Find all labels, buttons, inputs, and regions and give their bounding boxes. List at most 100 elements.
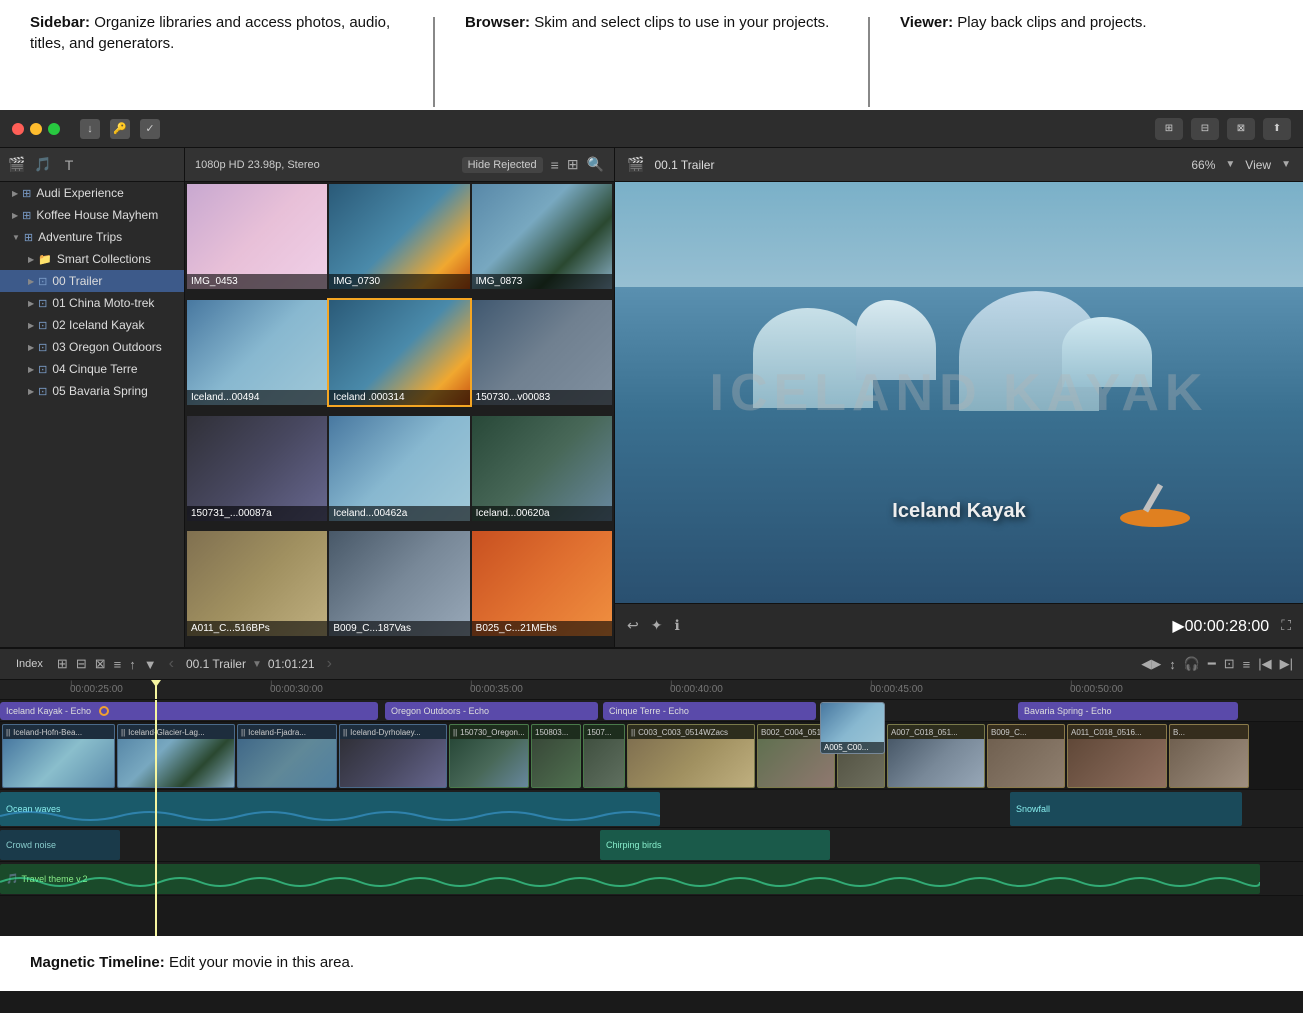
browser-clip-iceland_462[interactable]: Iceland...00462a xyxy=(329,416,469,521)
browser-clip-img_0453[interactable]: IMG_0453 xyxy=(187,184,327,289)
clip-label-img_0730: IMG_0730 xyxy=(329,274,469,289)
search-icon[interactable]: 🔍 xyxy=(587,156,604,173)
playhead-head xyxy=(151,680,161,687)
compound-cinque-echo[interactable]: Cinque Terre - Echo xyxy=(603,702,816,720)
sidebar-label-china: 01 China Moto-trek xyxy=(52,296,154,310)
browser-clip-img_0873[interactable]: IMG_0873 xyxy=(472,184,612,289)
check-icon[interactable]: ✓ xyxy=(140,119,160,139)
browser-clip-b025[interactable]: B025_C...21MEbs xyxy=(472,531,612,636)
sort-icon[interactable]: ↑ xyxy=(129,657,136,672)
browser-clip-b009[interactable]: B009_C...187Vas xyxy=(329,531,469,636)
travel-theme-clip[interactable]: 🎵 Travel theme v.2 xyxy=(0,864,1260,894)
compound-bavaria-echo[interactable]: Bavaria Spring - Echo xyxy=(1018,702,1238,720)
ocean-waves-clip[interactable]: Ocean waves xyxy=(0,792,660,826)
zoom-label: 66% xyxy=(1191,158,1215,172)
sidebar-item-cinque[interactable]: ▶ ⊡ 04 Cinque Terre xyxy=(0,358,184,380)
browser-clip-img_0730[interactable]: IMG_0730 xyxy=(329,184,469,289)
list-icon[interactable]: ≡ xyxy=(1243,657,1251,672)
titles-icon[interactable]: T xyxy=(60,156,78,174)
format-label: 1080p HD 23.98p, Stereo xyxy=(195,159,320,171)
video-clip-5[interactable]: ||150730_Oregon... xyxy=(449,724,529,788)
clip-label-iceland_314: Iceland .000314 xyxy=(329,390,469,405)
video-clip-7[interactable]: 1507... xyxy=(583,724,625,788)
browser-clip-clip_087a[interactable]: 150731_...00087a xyxy=(187,416,327,521)
zoom-icon[interactable]: ↕ xyxy=(1169,657,1176,672)
transform-icon[interactable]: ✦ xyxy=(651,617,663,634)
go-start-icon[interactable]: |◀ xyxy=(1258,656,1271,672)
camera-icon: 🎬 xyxy=(627,156,644,173)
browser-clip-iceland_620[interactable]: Iceland...00620a xyxy=(472,416,612,521)
project-icon: ⊡ xyxy=(38,385,47,398)
snowfall-clip[interactable]: Snowfall xyxy=(1010,792,1242,826)
solo-icon[interactable]: ━ xyxy=(1208,656,1216,672)
grid-view-icon[interactable]: ⊞ xyxy=(567,156,579,173)
project-icon: ⊡ xyxy=(38,363,47,376)
project-icon: ⊡ xyxy=(38,275,47,288)
connected-clip[interactable]: A005_C00... xyxy=(820,702,885,754)
index-button[interactable]: Index xyxy=(10,656,49,672)
arrow-icon: ▶ xyxy=(28,321,34,330)
sidebar-item-china[interactable]: ▶ ⊡ 01 China Moto-trek xyxy=(0,292,184,314)
video-clip-12[interactable]: B009_C... xyxy=(987,724,1065,788)
clip-icon[interactable]: ⊡ xyxy=(1224,656,1235,672)
info-icon[interactable]: ℹ xyxy=(674,617,679,634)
video-clip-1[interactable]: ||Iceland-Hofn-Bea... xyxy=(2,724,115,788)
photos-icon[interactable]: 🎬 xyxy=(8,156,26,174)
loop-icon[interactable]: ↩ xyxy=(627,617,639,634)
titlebar-right: ⊞ ⊟ ⊠ ⬆ xyxy=(1155,118,1291,140)
sidebar-item-adventure[interactable]: ▼ ⊞ Adventure Trips xyxy=(0,226,184,248)
sidebar-item-koffee[interactable]: ▶ ⊞ Koffee House Mayhem xyxy=(0,204,184,226)
clip-view-icon-4[interactable]: ≡ xyxy=(114,657,122,672)
video-clip-4[interactable]: ||Iceland-Dyrholaey... xyxy=(339,724,447,788)
sidebar-item-smart-collections[interactable]: ▶ 📁 Smart Collections xyxy=(0,248,184,270)
browser-grid: IMG_0453IMG_0730IMG_0873Iceland...00494I… xyxy=(185,182,614,647)
display-icon-2[interactable]: ⊟ xyxy=(1191,118,1219,140)
sidebar-item-bavaria[interactable]: ▶ ⊡ 05 Bavaria Spring xyxy=(0,380,184,402)
list-view-icon[interactable]: ≡ xyxy=(551,157,559,173)
viewer-toolbar: 🎬 00.1 Trailer 66% ▼ View ▼ xyxy=(615,148,1303,182)
fullscreen-button[interactable] xyxy=(48,123,60,135)
clip-view-icon-3[interactable]: ⊠ xyxy=(95,656,106,672)
sidebar-annotation: Sidebar: Organize libraries and access p… xyxy=(0,12,433,54)
view-label[interactable]: View xyxy=(1245,158,1271,172)
video-clip-3[interactable]: ||Iceland-Fjadra... xyxy=(237,724,337,788)
fullscreen-icon[interactable]: ⛶ xyxy=(1281,617,1291,634)
browser-clip-clip_0083[interactable]: 150730...v00083 xyxy=(472,300,612,405)
clip-label-iceland_620: Iceland...00620a xyxy=(472,506,612,521)
sidebar-item-iceland[interactable]: ▶ ⊡ 02 Iceland Kayak xyxy=(0,314,184,336)
browser-clip-iceland_494[interactable]: Iceland...00494 xyxy=(187,300,327,405)
video-clip-6[interactable]: 150803... xyxy=(531,724,581,788)
key-icon[interactable]: 🔑 xyxy=(110,119,130,139)
audio-icon[interactable]: 🎵 xyxy=(34,156,52,174)
clip-view-icon-2[interactable]: ⊟ xyxy=(76,656,87,672)
video-clip-11[interactable]: A007_C018_051... xyxy=(887,724,985,788)
compound-iceland-echo[interactable]: Iceland Kayak - Echo xyxy=(0,702,378,720)
sidebar-item-audi[interactable]: ▶ ⊞ Audi Experience xyxy=(0,182,184,204)
arrow-icon: ▶ xyxy=(28,343,34,352)
minimize-button[interactable] xyxy=(30,123,42,135)
browser-clip-a011[interactable]: A011_C...516BPs xyxy=(187,531,327,636)
video-clip-2[interactable]: ||Iceland-Glacier-Lag... xyxy=(117,724,235,788)
go-end-icon[interactable]: ▶| xyxy=(1280,656,1293,672)
headphones-icon[interactable]: 🎧 xyxy=(1184,656,1200,672)
filter-icon[interactable]: ▼ xyxy=(144,657,157,672)
share-icon[interactable]: ⬆ xyxy=(1263,118,1291,140)
hide-rejected-btn[interactable]: Hide Rejected xyxy=(462,157,543,173)
sidebar-item-oregon[interactable]: ▶ ⊡ 03 Oregon Outdoors xyxy=(0,336,184,358)
clip-view-icon-1[interactable]: ⊞ xyxy=(57,656,68,672)
chirping-birds-clip[interactable]: Chirping birds xyxy=(600,830,830,860)
ambient-audio-track: Crowd noise Chirping birds xyxy=(0,828,1303,862)
ruler-mark-4: 00:00:40:00 xyxy=(670,680,723,699)
video-clip-14[interactable]: B... xyxy=(1169,724,1249,788)
video-clip-13[interactable]: A011_C018_0516... xyxy=(1067,724,1167,788)
crowd-noise-clip[interactable]: Crowd noise xyxy=(0,830,120,860)
browser-clip-iceland_314[interactable]: Iceland .000314 xyxy=(329,300,469,405)
video-clip-8[interactable]: ||C003_C003_0514WZacs xyxy=(627,724,755,788)
compound-oregon-echo[interactable]: Oregon Outdoors - Echo xyxy=(385,702,598,720)
import-icon[interactable]: ↓ xyxy=(80,119,100,139)
close-button[interactable] xyxy=(12,123,24,135)
sidebar-item-trailer[interactable]: ▶ ⊡ 00 Trailer xyxy=(0,270,184,292)
display-icon-1[interactable]: ⊞ xyxy=(1155,118,1183,140)
display-icon-3[interactable]: ⊠ xyxy=(1227,118,1255,140)
audio-meters-icon[interactable]: ◀▶ xyxy=(1141,656,1161,672)
